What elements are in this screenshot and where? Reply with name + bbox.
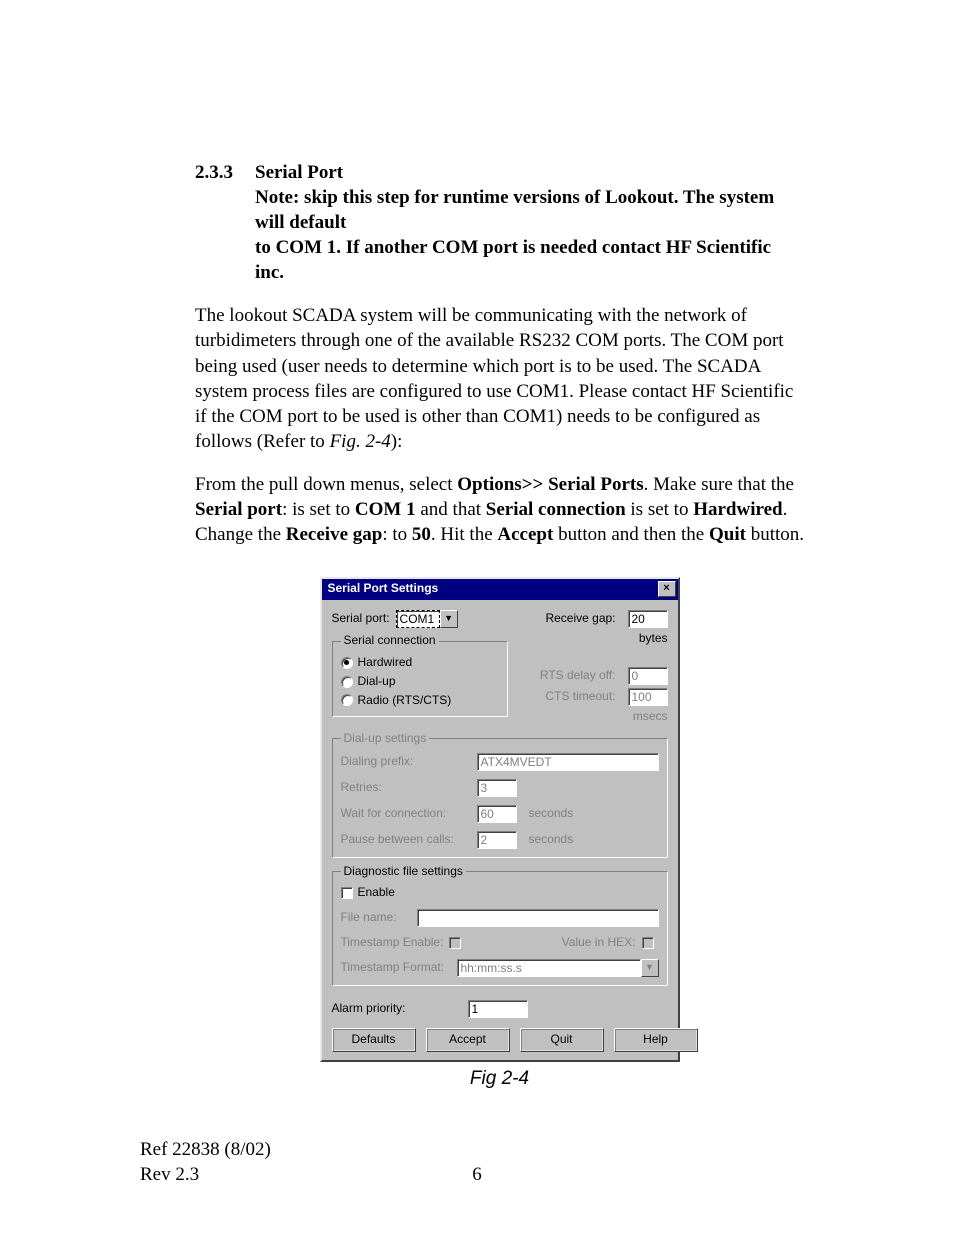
cts-timeout-label: CTS timeout:: [545, 689, 615, 705]
figure-caption: Fig 2-4: [320, 1066, 680, 1091]
chevron-down-icon: ▼: [641, 959, 659, 977]
seconds-unit-2: seconds: [529, 832, 574, 848]
serial-port-settings-dialog: Serial Port Settings × Serial port: COM1…: [320, 577, 680, 1091]
timestamp-format-combo: hh:mm:ss.s ▼: [457, 959, 659, 977]
retries-input: 3: [477, 779, 517, 797]
fig-ref-inline: Fig. 2-4: [330, 431, 391, 452]
radio-icon: [341, 657, 353, 669]
rts-delay-off-input: 0: [628, 667, 668, 685]
receive-gap-unit: bytes: [639, 631, 668, 647]
note-line1: Note: skip this step for runtime version…: [195, 185, 804, 235]
timestamp-format-label: Timestamp Format:: [341, 960, 451, 976]
serial-connection-group: Serial connection Hardwired Dial-up: [332, 633, 508, 717]
seconds-unit-1: seconds: [529, 806, 574, 822]
radio-radio-rts-cts[interactable]: Radio (RTS/CTS): [341, 693, 499, 709]
timestamp-enable-checkbox: [449, 937, 461, 949]
note-line2: to COM 1. If another COM port is needed …: [255, 235, 804, 285]
dialing-prefix-label: Dialing prefix:: [341, 754, 471, 770]
paragraph-1: The lookout SCADA system will be communi…: [195, 303, 804, 453]
section-title: Serial Port: [255, 160, 343, 185]
cts-timeout-input: 100: [628, 688, 668, 706]
section-heading: 2.3.3 Serial Port: [195, 160, 804, 185]
value-in-hex-label: Value in HEX:: [562, 935, 636, 951]
timestamp-enable-label: Timestamp Enable:: [341, 935, 444, 951]
serial-port-label: Serial port:: [332, 611, 390, 627]
value-in-hex-checkbox: [642, 937, 654, 949]
quit-button[interactable]: Quit: [520, 1028, 604, 1052]
radio-icon: [341, 694, 353, 706]
help-button[interactable]: Help: [614, 1028, 698, 1052]
file-name-input: [417, 909, 659, 927]
dialog-titlebar: Serial Port Settings ×: [322, 579, 678, 600]
accept-button[interactable]: Accept: [426, 1028, 510, 1052]
rts-delay-off-label: RTS delay off:: [540, 668, 616, 684]
chevron-down-icon[interactable]: ▼: [440, 610, 458, 628]
pause-between-input: 2: [477, 831, 517, 849]
retries-label: Retries:: [341, 780, 471, 796]
dialup-settings-group: Dial-up settings Dialing prefix: ATX4MVE…: [332, 731, 668, 858]
dialing-prefix-input: ATX4MVEDT: [477, 753, 659, 771]
radio-dialup[interactable]: Dial-up: [341, 674, 499, 690]
dialup-settings-legend: Dial-up settings: [341, 731, 430, 747]
serial-connection-legend: Serial connection: [341, 633, 439, 649]
timestamp-format-value: hh:mm:ss.s: [457, 959, 641, 977]
close-icon[interactable]: ×: [658, 581, 676, 597]
section-number: 2.3.3: [195, 160, 255, 185]
receive-gap-input[interactable]: 20: [628, 610, 668, 628]
radio-hardwired[interactable]: Hardwired: [341, 655, 499, 671]
wait-conn-label: Wait for connection:: [341, 806, 471, 822]
pause-between-label: Pause between calls:: [341, 832, 471, 848]
wait-conn-input: 60: [477, 805, 517, 823]
defaults-button[interactable]: Defaults: [332, 1028, 416, 1052]
receive-gap-label: Receive gap:: [545, 611, 615, 627]
file-name-label: File name:: [341, 910, 411, 926]
msecs-unit: msecs: [633, 709, 668, 725]
checkbox-icon: [341, 887, 353, 899]
diagnostic-file-settings-group: Diagnostic file settings Enable File nam…: [332, 864, 668, 986]
serial-port-value: COM1: [396, 610, 440, 628]
paragraph-2: From the pull down menus, select Options…: [195, 472, 804, 547]
page-number: 6: [0, 1162, 954, 1187]
footer-ref: Ref 22838 (8/02): [140, 1137, 271, 1162]
radio-icon: [341, 676, 353, 688]
serial-port-combo[interactable]: COM1 ▼: [396, 610, 458, 628]
diagnostic-file-settings-legend: Diagnostic file settings: [341, 864, 466, 880]
alarm-priority-label: Alarm priority:: [332, 1001, 462, 1017]
dialog-title: Serial Port Settings: [328, 581, 439, 597]
diag-enable-checkbox[interactable]: Enable: [341, 885, 659, 901]
alarm-priority-input[interactable]: 1: [468, 1000, 528, 1018]
